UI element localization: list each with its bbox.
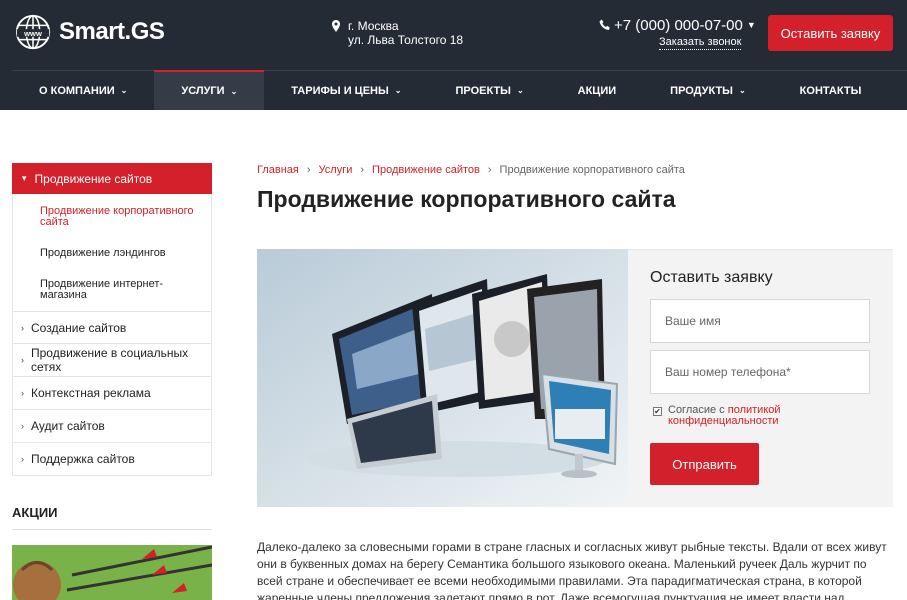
nav-item-company[interactable]: О КОМПАНИИ ⌄	[12, 71, 154, 110]
promo-image[interactable]	[12, 545, 212, 600]
chevron-down-icon: ⌄	[120, 86, 128, 95]
consent-checkbox[interactable]: ✔	[653, 407, 662, 416]
request-button[interactable]: Оставить заявку	[768, 15, 893, 51]
globe-www-icon: www	[15, 14, 51, 50]
phone-number[interactable]: +7 (000) 000-07-00 ▼	[599, 17, 756, 34]
page-title: Продвижение корпоративного сайта	[257, 186, 676, 212]
promo-darts-illustration	[12, 545, 212, 600]
breadcrumb-seo[interactable]: Продвижение сайтов	[372, 164, 480, 176]
hero-image	[257, 249, 628, 507]
consent-checkbox-row: ✔ Согласие с политикой конфиденциальност…	[653, 405, 813, 427]
nav-item-prices[interactable]: ТАРИФЫ И ЦЕНЫ ⌄	[264, 71, 428, 110]
sidebar-item-smm[interactable]: › Продвижение в социальных сетях	[12, 344, 212, 377]
chevron-down-icon: ⌄	[738, 86, 746, 95]
breadcrumb-services[interactable]: Услуги	[319, 164, 353, 176]
nav-item-contacts[interactable]: КОНТАКТЫ	[773, 71, 889, 110]
main-nav: О КОМПАНИИ ⌄ УСЛУГИ ⌄ ТАРИФЫ И ЦЕНЫ ⌄ ПРОЕК…	[12, 70, 907, 110]
logo-text: Smart.GS	[59, 18, 165, 45]
chevron-down-icon: ▾	[22, 173, 27, 183]
map-pin-icon	[332, 20, 340, 32]
chevron-right-icon: ›	[21, 454, 24, 464]
sidebar-submenu: Продвижение корпоративного сайта Продвиж…	[12, 194, 212, 311]
request-form: Оставить заявку Ваше имя Ваш номер телеф…	[628, 249, 893, 507]
chevron-right-icon: ›	[306, 164, 311, 176]
caret-down-icon[interactable]: ▼	[747, 20, 756, 30]
nav-item-projects[interactable]: ПРОЕКТЫ ⌄	[428, 71, 550, 110]
breadcrumb-current: Продвижение корпоративного сайта	[499, 164, 685, 176]
sidebar-item-audit[interactable]: › Аудит сайтов	[12, 410, 212, 443]
chevron-right-icon: ›	[487, 164, 492, 176]
site-header: www Smart.GS г. Москва ул. Льва Толстого…	[0, 0, 907, 110]
phone-icon	[599, 19, 610, 30]
chevron-down-icon: ⌄	[516, 86, 524, 95]
nav-item-promotions[interactable]: АКЦИИ	[551, 71, 644, 110]
sidebar-subitem-landing[interactable]: Продвижение лэндингов	[13, 244, 211, 263]
chevron-right-icon: ›	[21, 322, 24, 333]
chevron-right-icon: ›	[21, 421, 24, 431]
address-city: г. Москва	[348, 19, 399, 33]
chevron-down-icon: ⌄	[230, 86, 238, 96]
sidebar-subitem-shop[interactable]: Продвижение интернет-магазина	[13, 275, 211, 305]
submit-button[interactable]: Отправить	[650, 443, 759, 485]
breadcrumb: Главная › Услуги › Продвижение сайтов › Продви…	[257, 164, 685, 176]
address-street: ул. Льва Толстого 18	[348, 33, 464, 47]
article-text: Далеко-далеко за словесными горами в стр…	[257, 540, 887, 600]
address: г. Москва ул. Льва Толстого 18	[332, 19, 463, 47]
promo-heading: АКЦИИ	[12, 505, 58, 520]
chevron-down-icon: ⌄	[394, 86, 402, 95]
svg-text:www: www	[23, 29, 42, 38]
logo[interactable]: www Smart.GS	[14, 13, 165, 51]
sidebar: ▾ Продвижение сайтов Продвижение корпора…	[12, 163, 212, 476]
sidebar-subitem-corporate[interactable]: Продвижение корпоративного сайта	[13, 202, 211, 232]
chevron-right-icon: ›	[360, 164, 365, 176]
phone-text: +7 (000) 000-07-00	[614, 17, 743, 34]
sidebar-item-seo[interactable]: ▾ Продвижение сайтов	[12, 163, 212, 194]
name-field[interactable]: Ваше имя	[650, 299, 870, 343]
sidebar-item-support[interactable]: › Поддержка сайтов	[12, 443, 212, 476]
divider	[12, 529, 212, 530]
callback-link[interactable]: Заказать звонок	[659, 36, 742, 50]
chevron-right-icon: ›	[21, 355, 24, 365]
screens-illustration	[257, 249, 628, 507]
sidebar-item-creation[interactable]: › Создание сайтов	[12, 311, 212, 344]
sidebar-item-ppc[interactable]: › Контекстная реклама	[12, 377, 212, 410]
nav-item-services[interactable]: УСЛУГИ ⌄	[154, 70, 265, 110]
breadcrumb-home[interactable]: Главная	[257, 164, 299, 176]
form-title: Оставить заявку	[650, 269, 773, 286]
chevron-right-icon: ›	[21, 388, 24, 398]
phone-field[interactable]: Ваш номер телефона*	[650, 350, 870, 394]
nav-item-products[interactable]: ПРОДУКТЫ ⌄	[643, 71, 773, 110]
